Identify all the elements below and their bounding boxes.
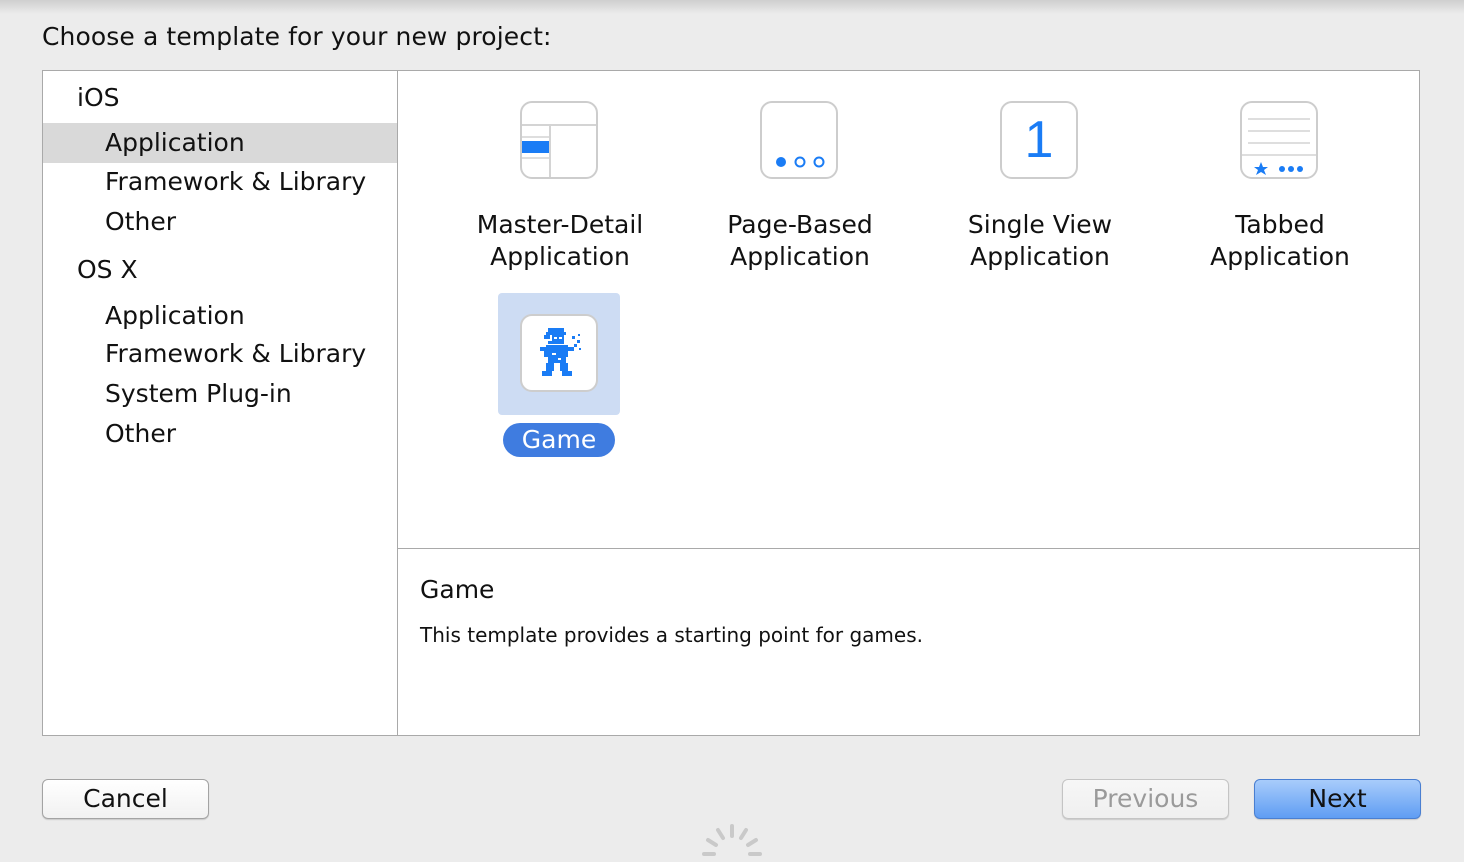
sidebar-item-ios-framework-library[interactable]: Framework & Library <box>43 162 397 202</box>
master-detail-icon <box>520 101 598 179</box>
single-view-glyph: 1 <box>1024 111 1054 169</box>
template-panel: iOS Application Framework & Library Othe… <box>42 70 1420 736</box>
sidebar-item-ios-application[interactable]: Application <box>43 123 397 163</box>
previous-button[interactable]: Previous <box>1062 779 1229 819</box>
template-label-game: Game <box>503 423 615 457</box>
sidebar-item-osx-application[interactable]: Application <box>43 296 397 336</box>
sidebar-item-osx-other[interactable]: Other <box>43 414 397 454</box>
tabbed-icon <box>1240 101 1318 179</box>
window-top-shadow <box>0 0 1464 14</box>
sidebar-item-osx-framework-library[interactable]: Framework & Library <box>43 334 397 374</box>
template-description: Game This template provides a starting p… <box>398 549 1419 735</box>
game-icon <box>520 314 598 392</box>
sidebar-item-osx-system-plugin[interactable]: System Plug-in <box>43 374 397 414</box>
dialog-heading: Choose a template for your new project: <box>42 22 552 51</box>
template-label: Single View Application <box>967 210 1113 271</box>
template-grid: Master-Detail Application Page-Based App… <box>398 71 1419 548</box>
next-button[interactable]: Next <box>1254 779 1421 819</box>
description-text: This template provides a starting point … <box>420 623 923 647</box>
progress-spinner-icon <box>700 822 764 862</box>
template-label: Tabbed Application <box>1210 210 1350 271</box>
template-label: Page-Based Application <box>727 210 873 271</box>
page-based-icon <box>760 101 838 179</box>
sidebar-group-osx: OS X <box>77 255 138 284</box>
template-label: Master-Detail Application <box>476 210 644 271</box>
single-view-icon: 1 <box>1000 101 1078 179</box>
category-sidebar: iOS Application Framework & Library Othe… <box>43 71 398 735</box>
description-title: Game <box>420 575 495 604</box>
cancel-button[interactable]: Cancel <box>42 779 209 819</box>
sidebar-item-ios-other[interactable]: Other <box>43 202 397 242</box>
sidebar-group-ios: iOS <box>77 83 120 112</box>
